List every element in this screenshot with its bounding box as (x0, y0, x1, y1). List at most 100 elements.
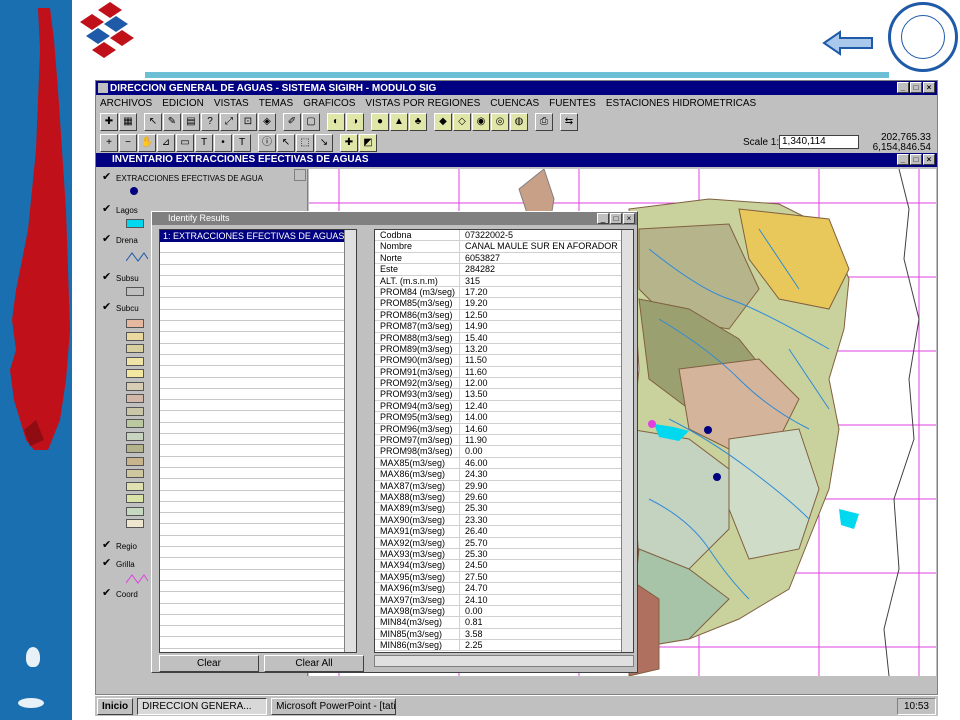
list-item[interactable] (160, 400, 356, 412)
menu-archivos[interactable]: ARCHIVOS (100, 98, 152, 109)
minimize-button[interactable]: _ (897, 82, 909, 93)
basin-1-icon[interactable]: ◆ (434, 113, 452, 131)
menu-edicion[interactable]: EDICION (162, 98, 204, 109)
attribute-row[interactable]: Nombre CANAL MAULE SUR EN AFORADOR (375, 241, 633, 253)
layout-icon[interactable]: ▤ (182, 113, 200, 131)
legend-item[interactable]: ✔ Subsu (102, 272, 139, 283)
attribute-row[interactable]: MAX91(m3/seg) 26.40 (375, 526, 633, 538)
maximize-button[interactable]: □ (910, 82, 922, 93)
list-item[interactable] (160, 253, 356, 265)
menu-cuencas[interactable]: CUENCAS (490, 98, 539, 109)
attribute-row[interactable]: MAX93(m3/seg) 25.30 (375, 548, 633, 561)
legend-item[interactable]: ✔ Coord (102, 588, 138, 599)
text-tool-icon[interactable]: T (195, 134, 213, 152)
list-item[interactable] (160, 310, 356, 322)
attribute-row[interactable]: PROM95(m3/seg) 14.00 (375, 412, 633, 424)
point-tool-icon[interactable]: • (214, 134, 232, 152)
list-item[interactable] (160, 592, 356, 604)
menu-vistas-regiones[interactable]: VISTAS POR REGIONES (365, 98, 480, 109)
list-item[interactable] (160, 423, 356, 435)
attribute-row[interactable]: Norte 6053827 (375, 252, 633, 265)
list-item[interactable] (160, 321, 356, 333)
attribute-row[interactable]: MAX89(m3/seg) 25.30 (375, 503, 633, 515)
draw-icon[interactable]: ✐ (283, 113, 301, 131)
list-item[interactable] (160, 389, 356, 401)
attribute-row[interactable]: MAX95(m3/seg) 27.50 (375, 571, 633, 584)
attribute-row[interactable]: Este 284282 (375, 264, 633, 276)
check-icon[interactable]: ✔ (102, 172, 112, 183)
select-icon[interactable]: ↖ (277, 134, 295, 152)
attribute-row[interactable]: MIN85(m3/seg) 3.58 (375, 628, 633, 641)
label-icon[interactable]: ▭ (176, 134, 194, 152)
list-item[interactable] (160, 502, 356, 514)
attribute-row[interactable]: PROM94(m3/seg) 12.40 (375, 400, 633, 413)
export-icon[interactable]: ⇆ (560, 113, 578, 131)
list-item[interactable] (160, 366, 356, 378)
dialog-close-button[interactable]: × (623, 213, 635, 224)
attribute-row[interactable]: PROM91(m3/seg) 11.60 (375, 366, 633, 379)
back-arrow-icon[interactable] (822, 30, 874, 56)
attribute-row[interactable]: PROM97(m3/seg) 11.90 (375, 435, 633, 447)
edit-icon[interactable]: ✎ (163, 113, 181, 131)
attribute-table-scrollbar[interactable] (621, 230, 633, 652)
basin-5-icon[interactable]: ◍ (510, 113, 528, 131)
zoom-active-icon[interactable]: ⊡ (239, 113, 257, 131)
list-item[interactable] (160, 479, 356, 491)
attribute-row[interactable]: MAX88(m3/seg) 29.60 (375, 491, 633, 504)
taskbar-item-powerpoint[interactable]: Microsoft PowerPoint - [tati... (271, 697, 397, 715)
list-item[interactable] (160, 378, 356, 389)
list-item[interactable] (160, 457, 356, 468)
check-icon[interactable]: ✔ (102, 302, 112, 313)
legend-scrollbar[interactable] (294, 169, 306, 181)
pointer-icon[interactable]: ↖ (144, 113, 162, 131)
attribute-row[interactable]: MAX94(m3/seg) 24.50 (375, 560, 633, 572)
attribute-row[interactable]: ALT. (m.s.n.m) 315 (375, 275, 633, 287)
text-icon[interactable]: T (233, 134, 251, 152)
check-icon[interactable]: ✔ (102, 272, 112, 283)
add-theme-icon[interactable]: ✚ (100, 113, 118, 131)
zoom-selected-icon[interactable]: ◈ (258, 113, 276, 131)
print-icon[interactable]: ⎙ (535, 113, 553, 131)
check-icon[interactable]: ✔ (102, 588, 112, 599)
vertex-icon[interactable]: ↘ (315, 134, 333, 152)
attribute-row[interactable]: PROM96(m3/seg) 14.60 (375, 423, 633, 436)
list-item[interactable] (160, 276, 356, 288)
identify-icon[interactable]: ⓘ (258, 134, 276, 152)
list-item[interactable] (160, 242, 356, 254)
view-minimize-button[interactable]: _ (897, 154, 909, 165)
attribute-row[interactable]: PROM93(m3/seg) 13.50 (375, 389, 633, 401)
station-1-icon[interactable]: ● (371, 113, 389, 131)
attribute-row[interactable]: PROM92(m3/seg) 12.00 (375, 378, 633, 390)
measure-icon[interactable]: ⊿ (157, 134, 175, 152)
attribute-row[interactable]: PROM90(m3/seg) 11.50 (375, 355, 633, 367)
attribute-row[interactable]: MAX86(m3/seg) 24.30 (375, 469, 633, 481)
chart-icon[interactable]: ◩ (359, 134, 377, 152)
zoom-full-icon[interactable]: ⤢ (220, 113, 238, 131)
basin-3-icon[interactable]: ◉ (472, 113, 490, 131)
menu-estaciones[interactable]: ESTACIONES HIDROMETRICAS (606, 98, 756, 109)
menu-temas[interactable]: TEMAS (259, 98, 293, 109)
select-box-icon[interactable]: ⬚ (296, 134, 314, 152)
list-item[interactable] (160, 581, 356, 593)
list-item[interactable] (160, 344, 356, 355)
attribute-row[interactable]: MAX90(m3/seg) 23.30 (375, 514, 633, 527)
menu-fuentes[interactable]: FUENTES (549, 98, 596, 109)
list-item[interactable] (160, 604, 356, 615)
attribute-hscrollbar[interactable] (374, 655, 634, 667)
map-tool-1-icon[interactable]: ◐ (327, 113, 345, 131)
attribute-table[interactable]: Codbna 07322002-5 Nombre CANAL MAULE SUR EN… (374, 229, 634, 653)
map-tool-2-icon[interactable]: ◑ (346, 113, 364, 131)
list-item[interactable] (160, 411, 356, 423)
list-item[interactable] (160, 547, 356, 559)
list-item[interactable] (160, 637, 356, 649)
station-2-icon[interactable]: ▲ (390, 113, 408, 131)
attribute-row[interactable]: MAX96(m3/seg) 24.70 (375, 583, 633, 595)
legend-item[interactable]: ✔ EXTRACCIONES EFECTIVAS DE AGUA (102, 172, 263, 183)
attribute-row[interactable]: PROM86(m3/seg) 12.50 (375, 309, 633, 322)
taskbar-item-sigirh[interactable]: DIRECCION GENERA... (137, 697, 268, 715)
attribute-row[interactable]: MAX98(m3/seg) 0.00 (375, 605, 633, 618)
attribute-row[interactable]: PROM84 (m3/seg) 17.20 (375, 286, 633, 299)
attribute-row[interactable]: MAX92(m3/seg) 25.70 (375, 537, 633, 549)
attribute-row[interactable]: PROM98(m3/seg) 0.00 (375, 446, 633, 458)
list-item[interactable] (160, 468, 356, 480)
